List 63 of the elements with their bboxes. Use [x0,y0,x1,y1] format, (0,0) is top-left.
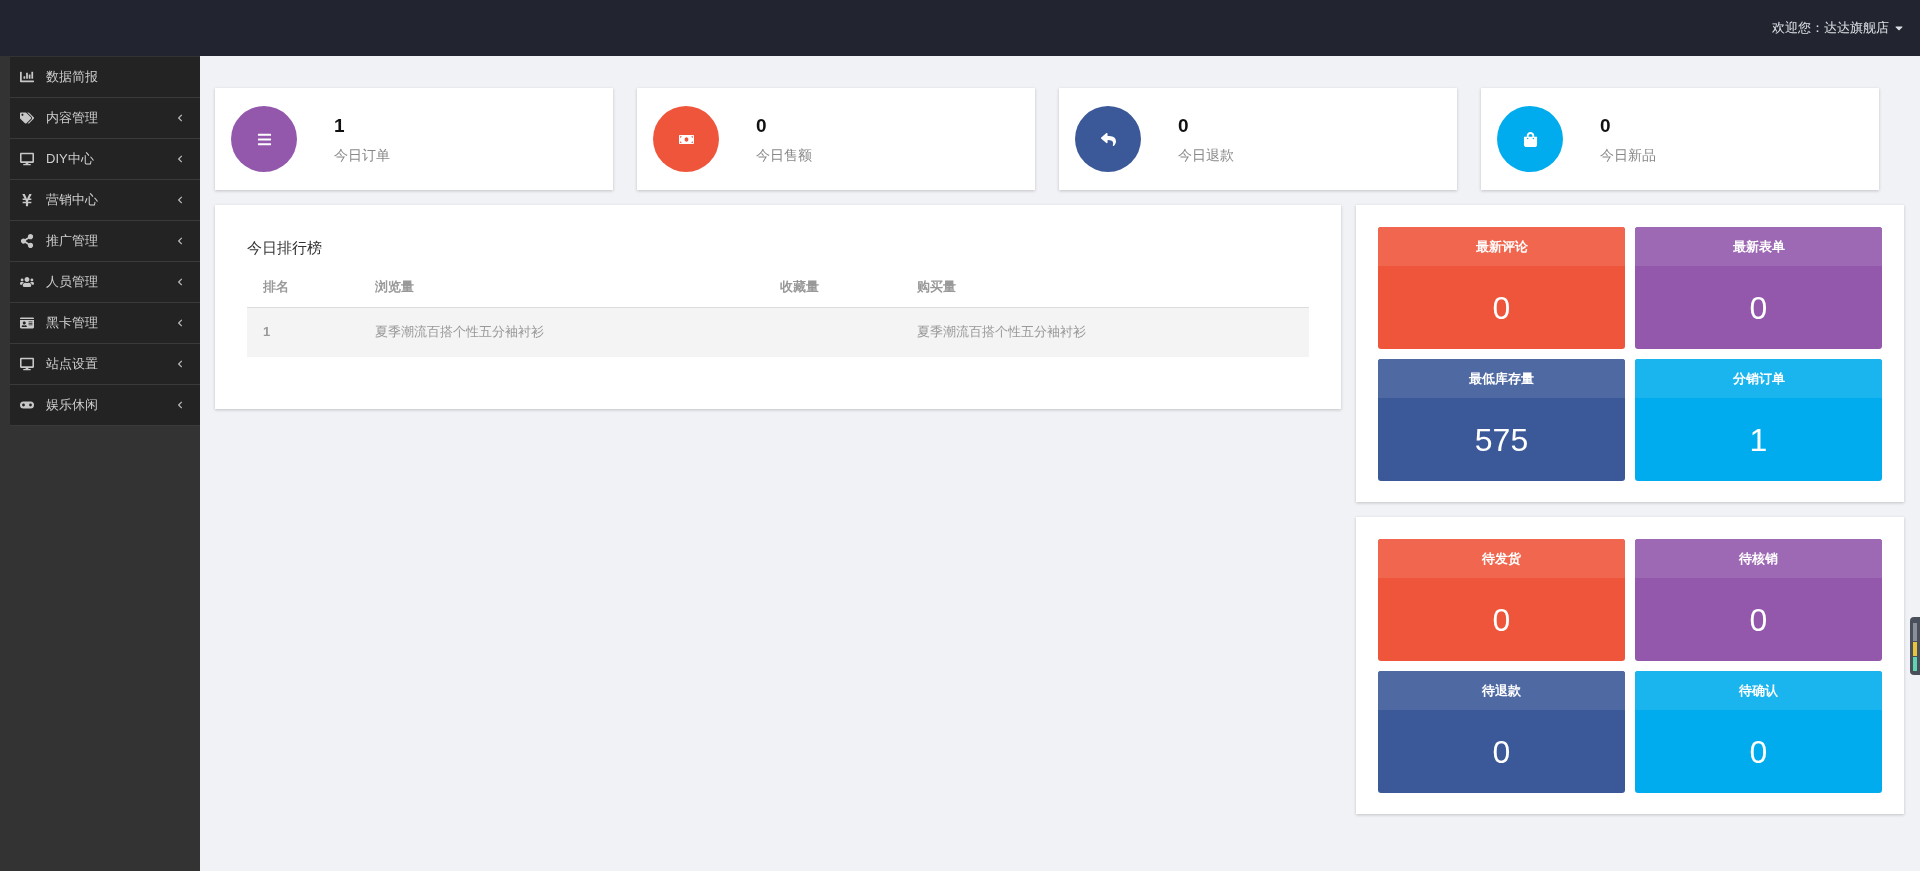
stat-label: 今日订单 [334,145,390,165]
table-cell: 夏季潮流百搭个性五分袖衬衫 [917,324,1086,340]
column-header: 排名 [263,279,289,295]
stat-label: 今日新品 [1600,145,1656,165]
sidebar-label: 站点设置 [46,355,99,374]
user-menu-button[interactable]: 欢迎您：达达旗舰店 [1772,18,1905,38]
yen-icon [20,193,34,207]
tags-icon [20,111,34,125]
sidebar-label: 营销中心 [46,191,99,210]
sidebar-item[interactable]: 黑卡管理 [10,303,200,344]
sidebar-item[interactable]: 数据简报 [10,57,200,98]
side-meter-handle-icon[interactable] [1910,617,1920,675]
sidebar-item[interactable]: 人员管理 [10,262,200,303]
stat-value: 0 [1600,114,1612,139]
bar-chart-icon [20,70,34,84]
sidebar-item[interactable]: 内容管理 [10,98,200,139]
table-cell: 夏季潮流百搭个性五分袖衬衫 [375,324,544,340]
sidebar-label: 娱乐休闲 [46,396,99,415]
sidebar-label: 人员管理 [46,273,99,292]
stat-value: 0 [756,114,768,139]
shopping-bag-icon [1522,131,1538,147]
panel-title: 今日排行榜 [247,238,323,258]
sidebar-label: DIY中心 [46,150,95,169]
sidebar-item[interactable]: 娱乐休闲 [10,385,200,426]
monitor-icon [20,357,34,371]
users-icon [20,275,34,289]
stat-value: 0 [1178,114,1190,139]
column-header: 购买量 [917,279,956,295]
tile-value: 575 [1474,420,1529,460]
sidebar-label: 黑卡管理 [46,314,99,333]
stat-label: 今日售额 [756,145,812,165]
tile-value: 0 [1749,732,1768,772]
reply-arrow-icon [1100,131,1116,147]
sidebar-label: 内容管理 [46,109,99,128]
list-icon [256,131,272,147]
monitor-icon [20,152,34,166]
stat-label: 今日退款 [1178,145,1234,165]
column-header: 收藏量 [780,279,819,295]
tile-title: 待退款 [1482,681,1521,700]
tile-title: 待核销 [1739,549,1778,568]
sidebar-item[interactable]: 营销中心 [10,180,200,221]
tile-value: 0 [1749,600,1768,640]
tile-title: 待确认 [1739,681,1778,700]
share-icon [20,234,34,248]
tile-value: 0 [1492,732,1511,772]
tile-value: 0 [1492,288,1511,328]
tile-title: 待发货 [1482,549,1521,568]
tile-value: 1 [1749,420,1768,460]
table-cell: 1 [263,324,271,340]
tile-value: 0 [1749,288,1768,328]
sidebar-item[interactable]: 推广管理 [10,221,200,262]
sidebar-label: 推广管理 [46,232,99,251]
stat-value: 1 [334,114,346,139]
column-header: 浏览量 [375,279,414,295]
tile-title: 最低库存量 [1469,369,1534,388]
id-card-icon [20,316,34,330]
tile-title: 最新评论 [1475,237,1528,256]
tile-title: 分销订单 [1732,369,1785,388]
tile-title: 最新表单 [1732,237,1785,256]
sidebar-label: 数据简报 [46,68,99,87]
tile-value: 0 [1492,600,1511,640]
sidebar-item[interactable]: 站点设置 [10,344,200,385]
sidebar-item[interactable]: DIY中心 [10,139,200,180]
